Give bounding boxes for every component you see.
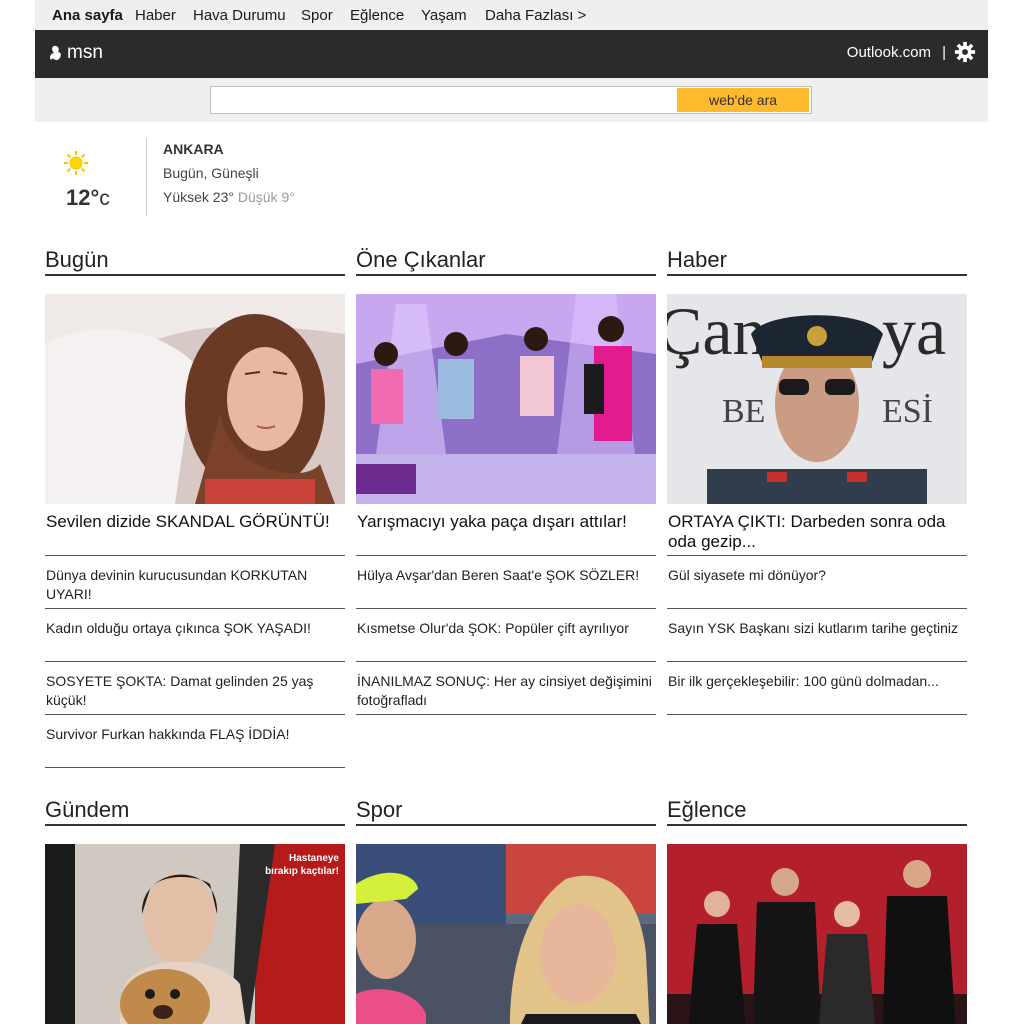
section-agenda: Gündem Hastaneye bırakıp kaçtılar! (45, 796, 345, 1024)
list-item[interactable]: SOSYETE ŞOKTA: Damat gelinden 25 yaş küç… (45, 662, 345, 715)
top-navigation: Ana sayfa Haber Hava Durumu Spor Eğlence… (35, 0, 988, 30)
weather-divider (146, 138, 147, 216)
nav-sports[interactable]: Spor (301, 7, 333, 24)
temperature: 12°c (66, 185, 110, 211)
section-entertainment: Eğlence (667, 796, 967, 1024)
nav-entertainment[interactable]: Eğlence (350, 7, 404, 24)
section-title[interactable]: Gündem (45, 796, 345, 826)
weather-high-low: Yüksek 23° Düşük 9° (163, 189, 295, 205)
weather-widget[interactable]: 12°c ANKARA Bugün, Güneşli Yüksek 23° Dü… (35, 122, 988, 222)
logo-text: msn (67, 42, 103, 63)
weather-high: Yüksek 23° (163, 189, 234, 205)
butterfly-icon (50, 45, 61, 61)
svg-text:ESİ: ESİ (882, 393, 933, 430)
nav-lifestyle[interactable]: Yaşam (421, 7, 467, 24)
web-search-button[interactable]: web'de ara (677, 88, 809, 112)
highlights-lead-image[interactable] (356, 294, 656, 504)
sports-lead-image[interactable] (356, 844, 656, 1024)
weather-condition: Bugün, Güneşli (163, 165, 259, 181)
agenda-lead-image[interactable]: Hastaneye bırakıp kaçtılar! (45, 844, 345, 1024)
list-item[interactable]: Gül siyasete mi dönüyor? (667, 556, 967, 609)
section-today: Bugün Sevilen dizide SKANDAL GÖRÜNTÜ! Dü… (45, 246, 345, 768)
svg-text:Çan: Çan (667, 294, 767, 369)
search-box: web'de ara (210, 86, 812, 114)
news-lead-headline[interactable]: ORTAYA ÇIKTI: Darbeden sonra oda oda gez… (667, 504, 967, 556)
section-news: Haber Çan ya BE ESİ ORTAYA ÇIKTI: Darbed… (667, 246, 967, 715)
section-title[interactable]: Spor (356, 796, 656, 826)
news-lead-image[interactable]: Çan ya BE ESİ (667, 294, 967, 504)
list-item[interactable]: Dünya devinin kurucusundan KORKUTAN UYAR… (45, 556, 345, 609)
section-title[interactable]: Haber (667, 246, 967, 276)
outlook-link[interactable]: Outlook.com (847, 44, 931, 61)
section-sports: Spor (356, 796, 656, 1024)
today-lead-headline[interactable]: Sevilen dizide SKANDAL GÖRÜNTÜ! (45, 504, 345, 556)
weather-city: ANKARA (163, 141, 224, 157)
list-item[interactable]: Bir ilk gerçekleşebilir: 100 günü dolmad… (667, 662, 967, 715)
list-item[interactable]: Kısmetse Olur'da ŞOK: Popüler çift ayrıl… (356, 609, 656, 662)
weather-low: Düşük 9° (237, 189, 295, 205)
list-item[interactable]: Sayın YSK Başkanı sizi kutlarım tarihe g… (667, 609, 967, 662)
section-title[interactable]: Bugün (45, 246, 345, 276)
svg-text:ya: ya (882, 294, 946, 369)
search-input[interactable] (211, 87, 676, 113)
gear-icon[interactable] (954, 41, 976, 63)
list-item[interactable]: Hülya Avşar'dan Beren Saat'e ŞOK SÖZLER! (356, 556, 656, 609)
section-title[interactable]: Öne Çıkanlar (356, 246, 656, 276)
sunny-icon (64, 151, 88, 175)
entertainment-lead-image[interactable] (667, 844, 967, 1024)
section-title[interactable]: Eğlence (667, 796, 967, 826)
temperature-unit: c (99, 187, 110, 210)
highlights-lead-headline[interactable]: Yarışmacıyı yaka paça dışarı attılar! (356, 504, 656, 556)
msn-homepage: Ana sayfa Haber Hava Durumu Spor Eğlence… (0, 0, 1024, 1024)
list-item[interactable]: Kadın olduğu ortaya çıkınca ŞOK YAŞADI! (45, 609, 345, 662)
svg-text:BE: BE (722, 393, 765, 430)
nav-weather[interactable]: Hava Durumu (193, 7, 286, 24)
agenda-image-caption: Hastaneye bırakıp kaçtılar! (265, 853, 339, 877)
search-bar: web'de ara (35, 78, 988, 122)
msn-logo[interactable]: msn (49, 41, 103, 65)
header-separator: | (942, 44, 946, 61)
today-lead-image[interactable] (45, 294, 345, 504)
list-item[interactable]: Survivor Furkan hakkında FLAŞ İDDİA! (45, 715, 345, 768)
site-header: msn Outlook.com | (35, 30, 988, 78)
nav-home[interactable]: Ana sayfa (52, 7, 123, 24)
nav-more[interactable]: Daha Fazlası > (485, 7, 586, 24)
section-highlights: Öne Çıkanlar Yarışmacıyı yaka paça dışar… (356, 246, 656, 715)
nav-news[interactable]: Haber (135, 7, 176, 24)
list-item[interactable]: İNANILMAZ SONUÇ: Her ay cinsiyet değişim… (356, 662, 656, 715)
temperature-value: 12° (66, 185, 100, 210)
